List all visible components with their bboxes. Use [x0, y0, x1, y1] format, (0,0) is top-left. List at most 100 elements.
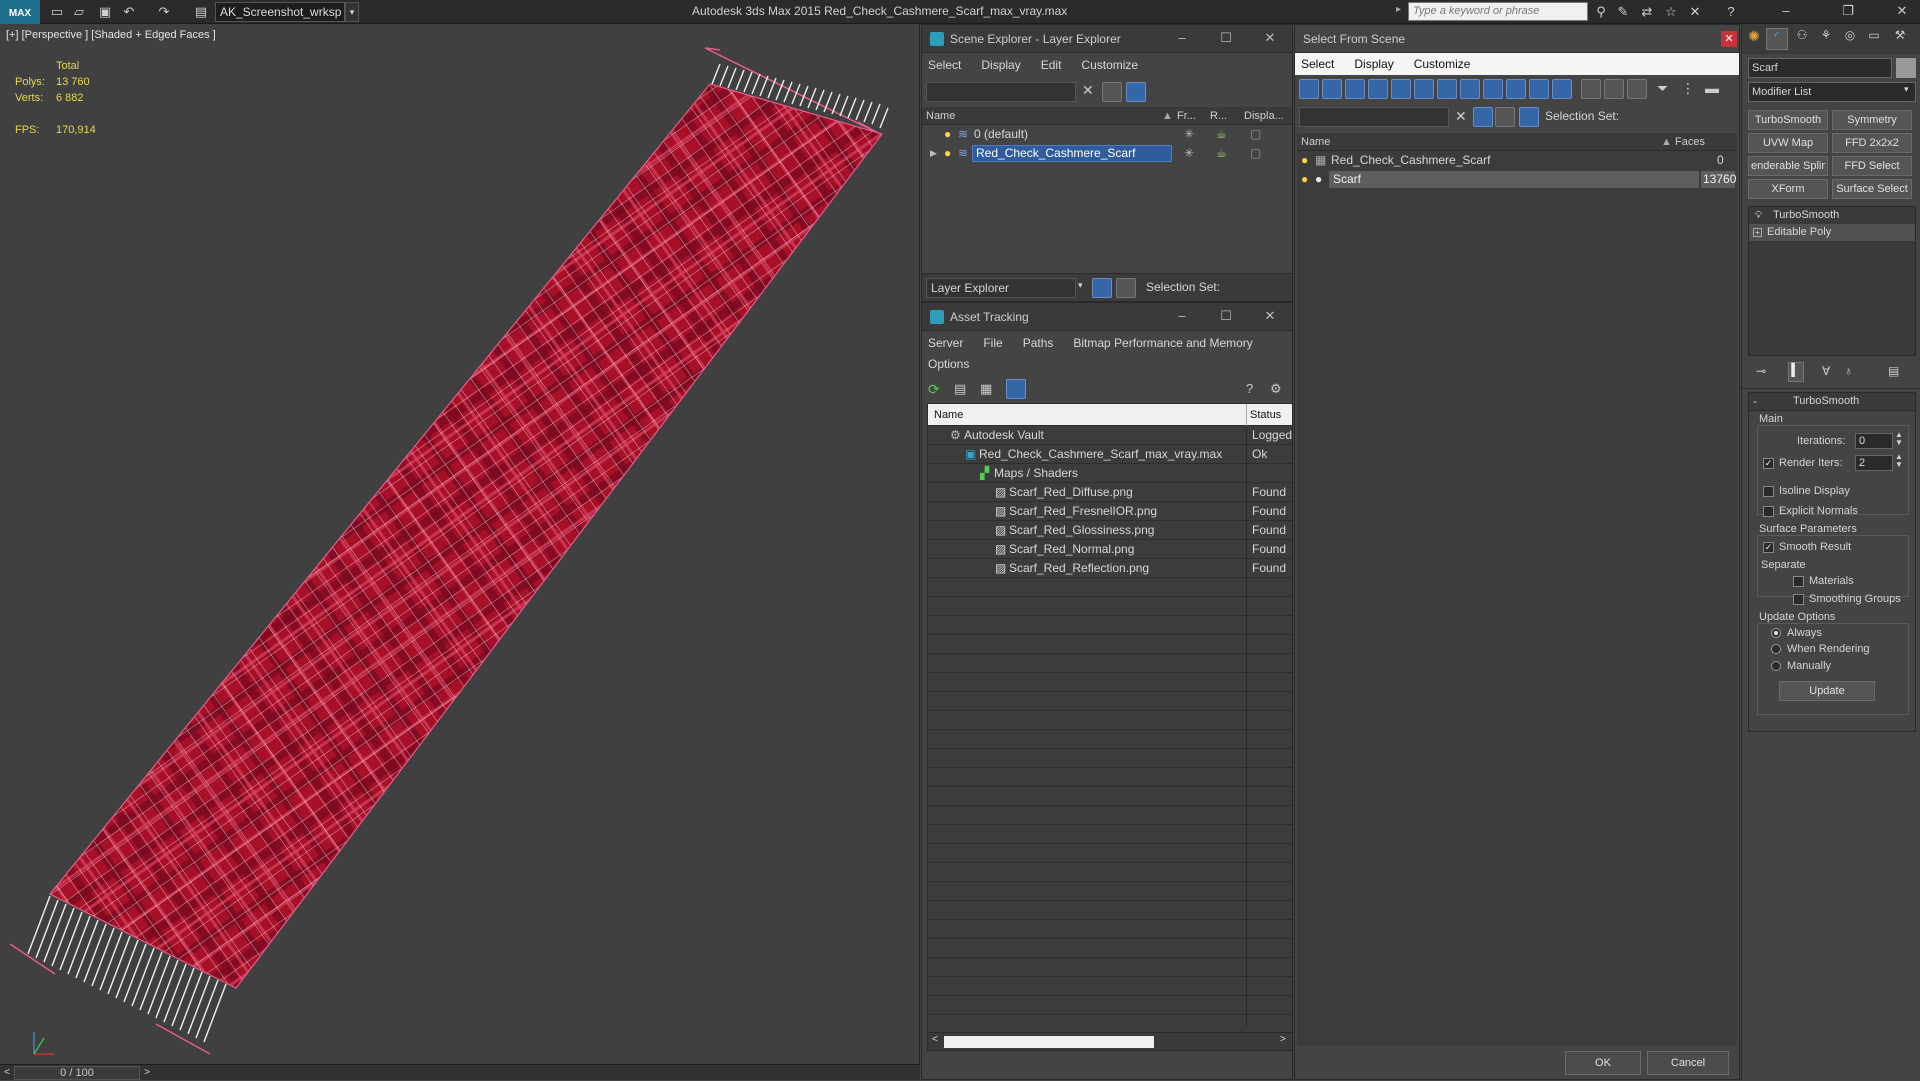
collapse-icon[interactable]: ▬ [1705, 80, 1719, 96]
time-prev-icon[interactable]: < [0, 1065, 14, 1081]
lightbulb-icon[interactable]: ● [944, 125, 951, 144]
star-icon[interactable]: ☆ [1662, 3, 1680, 21]
ffd-select-button[interactable]: FFD Select [1832, 156, 1912, 176]
save-icon[interactable]: ▣ [96, 3, 114, 21]
sfs-col-name[interactable]: Name [1301, 133, 1330, 151]
help-icon[interactable]: ? [1722, 3, 1740, 21]
scene-explorer-minimize-button[interactable]: – [1160, 25, 1204, 53]
time-next-icon[interactable]: > [140, 1065, 154, 1081]
sfs-object-row[interactable]: ● ● Scarf 13760 [1297, 170, 1737, 189]
renderable-spline-button[interactable]: enderable Splir [1748, 156, 1828, 176]
scene-explorer-search-input[interactable] [926, 82, 1076, 102]
surface-select-button[interactable]: Surface Select [1832, 179, 1912, 199]
cancel-button[interactable]: Cancel [1647, 1051, 1729, 1075]
sfs-layer-icon[interactable] [1495, 107, 1515, 127]
turbosmooth-button[interactable]: TurboSmooth [1748, 110, 1828, 130]
asset-row[interactable]: ▨ Scarf_Red_Glossiness.png Found [928, 521, 1292, 540]
stack-bulb-icon[interactable]: 💡︎ [1755, 207, 1762, 224]
iterations-spin-arrows-icon[interactable]: ▲ ▼ [1895, 431, 1903, 447]
menu-options[interactable]: Options [928, 357, 969, 371]
binoculars-icon[interactable]: ⚲ [1592, 3, 1610, 21]
scarf-model[interactable] [0, 24, 920, 1064]
hammer-tab-icon[interactable]: ⚒ [1890, 28, 1910, 50]
display-tab-icon[interactable]: ◎ [1840, 28, 1860, 50]
scroll-right-icon[interactable]: > [1280, 1034, 1286, 1045]
lightbulb-icon[interactable]: ● [1301, 151, 1308, 170]
col-asset-status[interactable]: Status [1250, 404, 1281, 426]
ok-button[interactable]: OK [1565, 1051, 1641, 1075]
select-from-scene-close-button[interactable]: ✕ [1721, 31, 1737, 47]
filter-funnel-icon[interactable]: ⏷ [1657, 80, 1668, 97]
time-slider[interactable]: 0 / 100 [14, 1066, 140, 1080]
explorer-type-dropdown[interactable]: Layer Explorer [926, 278, 1076, 298]
freeze-snowflake-icon[interactable]: ✳ [1184, 125, 1194, 144]
filter-groups-icon[interactable] [1437, 79, 1457, 99]
filter-xrefs-icon[interactable] [1460, 79, 1480, 99]
lightbulb-icon[interactable]: ● [1301, 170, 1308, 189]
minimize-button[interactable]: – [1768, 0, 1804, 24]
update-button[interactable]: Update [1779, 681, 1875, 701]
render-iters-checkbox[interactable]: ✓ [1763, 457, 1774, 469]
asset-tracking-close-button[interactable]: ✕ [1248, 303, 1292, 331]
perspective-viewport[interactable]: [+] [Perspective ] [Shaded + Edged Faces… [0, 24, 920, 1064]
pin-stack-icon[interactable]: ⊸ [1756, 364, 1766, 378]
asset-hscrollbar[interactable]: < > [928, 1032, 1292, 1050]
filter-bones-icon[interactable] [1483, 79, 1503, 99]
isoline-checkbox[interactable] [1763, 485, 1774, 497]
render-teapot-icon[interactable]: ☕ [1216, 125, 1227, 144]
asset-tracking-minimize-button[interactable]: – [1160, 303, 1204, 331]
configure-sets-icon[interactable]: ▤ [1888, 364, 1899, 378]
asset-row[interactable]: ▞ Maps / Shaders [928, 464, 1292, 483]
modifier-list-arrow-icon[interactable]: ▾ [1904, 84, 1909, 95]
scene-explorer-maximize-button[interactable]: ☐ [1204, 25, 1248, 53]
filter-shapes-icon[interactable] [1322, 79, 1342, 99]
scene-explorer-close-button[interactable]: ✕ [1248, 25, 1292, 53]
menu-paths[interactable]: Paths [1023, 336, 1054, 350]
exchange-icon[interactable]: ⇄ [1638, 3, 1656, 21]
asset-row[interactable]: ▨ Scarf_Red_Reflection.png Found [928, 559, 1292, 578]
menu-file[interactable]: File [983, 336, 1002, 350]
scroll-thumb[interactable] [944, 1036, 1154, 1048]
hierarchy-icon[interactable] [1116, 278, 1136, 298]
freeze-snowflake-icon[interactable]: ✳ [1184, 144, 1194, 163]
sfs-menu-display[interactable]: Display [1354, 57, 1393, 71]
menu-edit[interactable]: Edit [1041, 58, 1062, 72]
stack-expand-icon[interactable]: + [1753, 228, 1762, 237]
sfs-search-input[interactable] [1299, 107, 1449, 127]
menu-customize[interactable]: Customize [1081, 58, 1138, 72]
asset-tracking-titlebar[interactable]: Asset Tracking – ☐ ✕ [922, 303, 1292, 331]
select-invert-icon[interactable] [1627, 79, 1647, 99]
clear-search-icon[interactable]: ✕ [1082, 82, 1094, 99]
layer-row[interactable]: ● ≋ 0 (default) ✳ ☕ ▢ [922, 125, 1292, 144]
close-button[interactable]: ✕ [1884, 0, 1920, 24]
menu-select[interactable]: Select [928, 58, 961, 72]
stack-item[interactable]: 💡︎ TurboSmooth [1749, 207, 1915, 224]
iterations-spinner[interactable]: 0 [1855, 433, 1893, 449]
select-none-icon[interactable] [1604, 79, 1624, 99]
refresh-icon[interactable]: ⟳ [928, 381, 940, 398]
select-from-scene-titlebar[interactable]: Select From Scene ✕ [1295, 25, 1739, 53]
table-view-icon[interactable] [1006, 379, 1026, 399]
select-all-icon[interactable] [1581, 79, 1601, 99]
asset-row[interactable]: ▨ Scarf_Red_Normal.png Found [928, 540, 1292, 559]
show-end-result-icon[interactable]: ▍ [1788, 362, 1804, 382]
object-name-input[interactable]: Scarf [1748, 58, 1892, 78]
col-asset-name[interactable]: Name [934, 404, 963, 426]
filter-icon[interactable] [1102, 82, 1122, 102]
workspace-dropdown[interactable]: AK_Screenshot_wrksp [215, 2, 345, 22]
asset-settings-icon[interactable]: ⚙ [1270, 381, 1282, 397]
modify-tab-icon[interactable]: ◜ [1766, 28, 1788, 50]
sfs-sort-arrow-icon[interactable]: ▲ [1661, 133, 1672, 151]
motion-tab-icon[interactable]: ⚘ [1816, 28, 1836, 50]
tools-icon[interactable]: ✎ [1614, 3, 1632, 21]
maximize-button[interactable]: ❐ [1830, 0, 1866, 24]
hierarchy-tab-icon[interactable]: ⚇ [1792, 28, 1812, 50]
close-x-icon[interactable]: ✕ [1686, 3, 1704, 21]
always-radio[interactable] [1771, 628, 1781, 639]
col-freeze[interactable]: Fr... [1177, 107, 1196, 125]
ffd-button[interactable]: FFD 2x2x2 [1832, 133, 1912, 153]
uvw-map-button[interactable]: UVW Map [1748, 133, 1828, 153]
scene-explorer-titlebar[interactable]: Scene Explorer - Layer Explorer – ☐ ✕ [922, 25, 1292, 53]
open-file-icon[interactable]: ▱ [70, 3, 88, 21]
materials-checkbox[interactable] [1793, 575, 1804, 587]
